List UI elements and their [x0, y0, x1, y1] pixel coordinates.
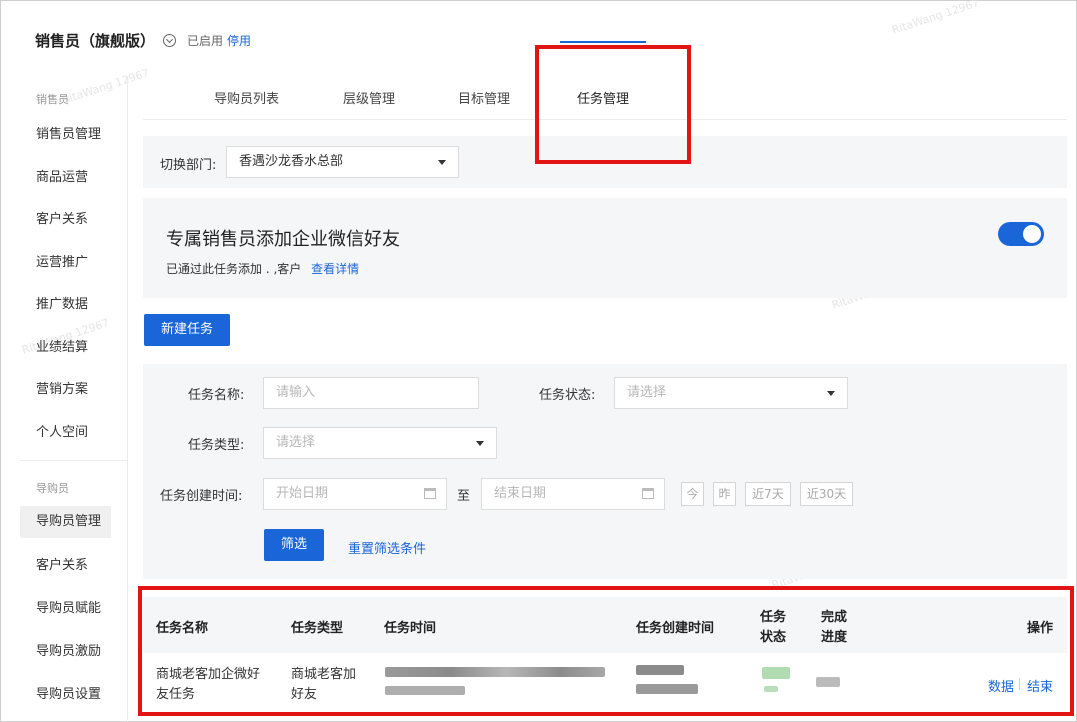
status-text: 已启用: [187, 33, 224, 48]
page-header: 销售员（旗舰版） 已启用 停用: [35, 28, 251, 52]
highlight-box-tab: [535, 45, 691, 164]
task-name-label: 任务名称:: [188, 388, 245, 403]
sidebar-item[interactable]: 导购员赋能: [20, 593, 111, 625]
sidebar-item[interactable]: 营销方案: [20, 374, 111, 406]
dept-value: 香遇沙龙香水总部: [239, 154, 344, 169]
highlight-box-table: [138, 586, 1074, 716]
sidebar-separator: [20, 460, 128, 461]
view-details-link[interactable]: 查看详情: [311, 262, 359, 276]
date-separator: 至: [457, 489, 471, 504]
dept-label: 切换部门:: [160, 158, 217, 173]
disable-link[interactable]: 停用: [227, 32, 251, 49]
reset-filter-link[interactable]: 重置筛选条件: [348, 538, 426, 557]
tab-active-indicator: [560, 41, 646, 43]
sidebar-item[interactable]: 客户关系: [20, 550, 111, 582]
calendar-icon: [642, 488, 654, 499]
tab-level[interactable]: 层级管理: [343, 88, 395, 107]
task-type-select[interactable]: 请选择: [263, 427, 497, 459]
end-date-input[interactable]: 结束日期: [481, 478, 665, 510]
banner-toggle[interactable]: [998, 222, 1044, 246]
caret-down-icon: [476, 441, 484, 446]
task-name-input[interactable]: 请输入: [263, 377, 479, 409]
sidebar-item[interactable]: 客户关系: [20, 204, 111, 236]
caret-down-icon: [438, 160, 446, 165]
banner-desc-text: 已通过此任务添加 . ,客户: [166, 262, 302, 276]
sidebar-item-active[interactable]: 导购员管理: [20, 506, 111, 538]
sidebar-item[interactable]: 商品运营: [20, 162, 111, 194]
start-date-input[interactable]: 开始日期: [263, 478, 447, 510]
created-time-label: 任务创建时间:: [160, 489, 243, 504]
banner-desc: 已通过此任务添加 . ,客户 查看详情: [166, 260, 359, 277]
new-task-button[interactable]: 新建任务: [144, 314, 230, 346]
quick-yesterday-button[interactable]: 昨: [713, 482, 736, 506]
task-status-select[interactable]: 请选择: [614, 377, 848, 409]
filter-button[interactable]: 筛选: [264, 529, 324, 561]
sidebar-item[interactable]: 个人空间: [20, 417, 111, 449]
sidebar-section-sales: 销售员: [36, 93, 69, 106]
chevron-down-icon[interactable]: [163, 33, 177, 47]
calendar-icon: [424, 488, 436, 499]
tab-target[interactable]: 目标管理: [458, 88, 510, 107]
sidebar-item[interactable]: 导购员设置: [20, 679, 111, 711]
sidebar-section-guide: 导购员: [36, 482, 69, 495]
toggle-knob: [1023, 225, 1041, 243]
quick-today-button[interactable]: 今: [681, 482, 704, 506]
tab-guide-list[interactable]: 导购员列表: [214, 88, 279, 107]
page-title: 销售员（旗舰版）: [35, 31, 156, 50]
sidebar-item[interactable]: 销售员管理: [20, 119, 111, 151]
caret-down-icon: [827, 391, 835, 396]
sidebar-divider: [127, 76, 128, 722]
task-status-label: 任务状态:: [539, 388, 596, 403]
banner-title: 专属销售员添加企业微信好友: [166, 229, 400, 250]
sidebar-item[interactable]: 业绩结算: [20, 332, 111, 364]
quick-7days-button[interactable]: 近7天: [745, 482, 791, 506]
quick-30days-button[interactable]: 近30天: [800, 482, 853, 506]
task-type-label: 任务类型:: [188, 438, 245, 453]
dept-select[interactable]: 香遇沙龙香水总部: [226, 146, 459, 178]
sidebar-item[interactable]: 推广数据: [20, 289, 111, 321]
sidebar-item[interactable]: 运营推广: [20, 247, 111, 279]
sidebar-item[interactable]: 导购员激励: [20, 636, 111, 668]
